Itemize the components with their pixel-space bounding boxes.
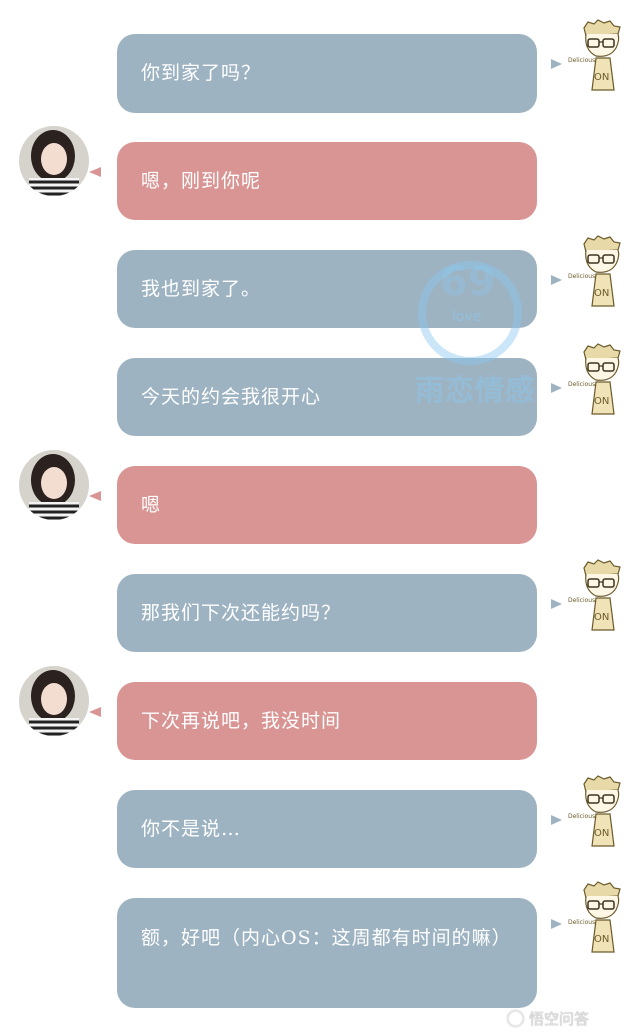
message-text: 额，好吧（内心OS：这周都有时间的嘛）	[141, 927, 512, 949]
message-text: 你到家了吗？	[141, 62, 262, 84]
svg-text:Delicious: Delicious	[568, 381, 595, 388]
bubble-tail	[551, 59, 562, 69]
svg-text:ON: ON	[594, 934, 609, 945]
bubble-tail	[89, 491, 101, 501]
message-text: 嗯，刚到你呢	[141, 170, 262, 192]
girl-avatar-icon[interactable]	[19, 450, 89, 520]
boy-avatar-icon[interactable]: ON Delicious	[566, 342, 638, 418]
message-text: 我也到家了。	[141, 278, 262, 300]
message-bubble-received: 嗯，刚到你呢	[117, 142, 537, 220]
message-bubble-sent: 额，好吧（内心OS：这周都有时间的嘛）	[117, 898, 537, 1008]
bubble-tail	[89, 167, 101, 177]
svg-text:Delicious: Delicious	[568, 919, 595, 926]
message-bubble-received: 下次再说吧，我没时间	[117, 682, 537, 760]
message-bubble-sent: 那我们下次还能约吗？	[117, 574, 537, 652]
girl-avatar-icon[interactable]	[19, 126, 89, 196]
svg-text:Delicious: Delicious	[568, 57, 595, 64]
bubble-tail	[551, 383, 562, 393]
svg-text:ON: ON	[594, 396, 609, 407]
boy-avatar-icon[interactable]: ON Delicious	[566, 774, 638, 850]
svg-text:ON: ON	[594, 828, 609, 839]
bubble-tail	[89, 707, 101, 717]
svg-text:Delicious: Delicious	[568, 597, 595, 604]
message-bubble-sent: 今天的约会我很开心	[117, 358, 537, 436]
message-bubble-sent: 我也到家了。	[117, 250, 537, 328]
message-text: 嗯	[141, 494, 162, 516]
boy-avatar-icon[interactable]: ON Delicious	[566, 558, 638, 634]
footer-logo: 悟空问答	[507, 1006, 589, 1030]
bubble-tail	[551, 919, 562, 929]
message-text: 今天的约会我很开心	[141, 386, 322, 408]
logo-icon	[507, 1009, 524, 1027]
svg-text:Delicious: Delicious	[568, 813, 595, 820]
girl-avatar-icon[interactable]	[19, 666, 89, 736]
message-text: 你不是说…	[141, 818, 242, 840]
message-bubble-received: 嗯	[117, 466, 537, 544]
message-text: 那我们下次还能约吗？	[141, 602, 342, 624]
message-text: 下次再说吧，我没时间	[141, 710, 342, 732]
boy-avatar-icon[interactable]: ON Delicious	[566, 234, 638, 310]
svg-text:Delicious: Delicious	[568, 273, 595, 280]
footer-logo-text: 悟空问答	[529, 1009, 590, 1028]
svg-text:ON: ON	[594, 288, 609, 299]
message-bubble-sent: 你到家了吗？	[117, 34, 537, 113]
boy-avatar-icon[interactable]: ON Delicious	[566, 18, 638, 94]
svg-text:ON: ON	[594, 612, 609, 623]
boy-avatar-icon[interactable]: ON Delicious	[566, 880, 638, 956]
bubble-tail	[551, 815, 562, 825]
message-bubble-sent: 你不是说…	[117, 790, 537, 868]
bubble-tail	[551, 275, 562, 285]
bubble-tail	[551, 599, 562, 609]
svg-text:ON: ON	[594, 72, 609, 83]
